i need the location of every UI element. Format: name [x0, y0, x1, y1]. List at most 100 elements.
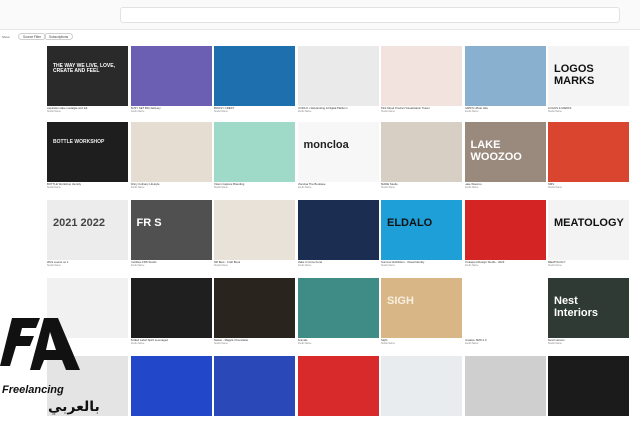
- project-thumbnail[interactable]: THE WAY WE LIVE, LOVE, CREATE AND FEEL: [47, 46, 128, 106]
- project-card[interactable]: Bottled Label Spirit Leveraged Studio Nam…: [130, 278, 212, 345]
- project-author[interactable]: Studio Name: [548, 110, 629, 113]
- project-card[interactable]: [464, 356, 546, 416]
- project-card[interactable]: Pink Mood Product Visualization Travel St…: [381, 46, 462, 113]
- project-card[interactable]: [214, 356, 295, 416]
- project-thumbnail[interactable]: [464, 46, 546, 106]
- project-author[interactable]: Studio Name: [214, 264, 295, 267]
- project-card[interactable]: CODA K • Rebranding & Digital Platform St…: [297, 46, 379, 113]
- project-card[interactable]: DAPFS Urban Hits Studio Name: [464, 46, 546, 113]
- project-card[interactable]: MADE Studio Studio Name: [381, 122, 462, 189]
- project-thumbnail[interactable]: [130, 278, 212, 338]
- project-card[interactable]: [548, 356, 629, 416]
- project-thumbnail[interactable]: [297, 278, 379, 338]
- project-author[interactable]: Studio Name: [381, 264, 462, 267]
- project-card[interactable]: Make It Come Fund Studio Name: [297, 200, 379, 267]
- project-thumbnail[interactable]: [130, 46, 212, 106]
- project-card[interactable]: MEATOLOGY MEATOLOGY Studio Name: [548, 200, 629, 267]
- project-card[interactable]: [381, 356, 462, 416]
- project-thumbnail[interactable]: LAKE WOOZOO: [464, 122, 546, 182]
- project-thumbnail[interactable]: SIGH: [381, 278, 462, 338]
- project-thumbnail[interactable]: [464, 200, 546, 260]
- project-author[interactable]: Studio Name: [131, 342, 212, 345]
- project-thumbnail[interactable]: [381, 356, 462, 416]
- project-card[interactable]: BOOSY CREST Studio Name: [214, 46, 295, 113]
- project-thumbnail[interactable]: [214, 122, 295, 182]
- project-author[interactable]: Studio Name: [548, 342, 629, 345]
- project-thumbnail[interactable]: [130, 356, 212, 416]
- project-author[interactable]: Studio Name: [465, 110, 546, 113]
- project-thumbnail[interactable]: [214, 356, 295, 416]
- filter-bar: Show Source Filter Subscriptions: [0, 30, 640, 42]
- project-author[interactable]: Studio Name: [131, 264, 212, 267]
- project-thumbnail[interactable]: [464, 356, 546, 416]
- project-author[interactable]: Studio Name: [214, 110, 295, 113]
- project-author[interactable]: Studio Name: [214, 186, 295, 189]
- project-card[interactable]: Shiny Culinary Lifestyle Studio Name: [130, 122, 212, 189]
- project-thumbnail[interactable]: moncloa: [297, 122, 379, 182]
- project-card[interactable]: SIGH Sight Studio Name: [381, 278, 462, 345]
- project-author[interactable]: Studio Name: [131, 186, 212, 189]
- project-card[interactable]: moncloa Moncloa The Boutique Studio Name: [297, 122, 379, 189]
- project-thumbnail[interactable]: [214, 278, 295, 338]
- project-author[interactable]: Studio Name: [298, 110, 379, 113]
- project-thumbnail[interactable]: [381, 46, 462, 106]
- project-author[interactable]: Studio Name: [298, 186, 379, 189]
- project-thumbnail[interactable]: BOTTLE WORKSHOP: [47, 122, 128, 182]
- project-thumbnail[interactable]: [464, 278, 546, 338]
- project-author[interactable]: Studio Name: [465, 186, 546, 189]
- project-card[interactable]: NR Best - Craft Book Studio Name: [214, 200, 295, 267]
- project-thumbnail[interactable]: [297, 356, 379, 416]
- project-author[interactable]: Studio Name: [381, 342, 462, 345]
- project-thumbnail[interactable]: Nest Interiors: [548, 278, 629, 338]
- project-author[interactable]: Studio Name: [47, 264, 128, 267]
- project-author[interactable]: Studio Name: [47, 110, 128, 113]
- project-author[interactable]: Studio Name: [298, 342, 379, 345]
- project-card[interactable]: [130, 356, 212, 416]
- project-card[interactable]: Prokapred Design Studio - 2023 Studio Nam…: [464, 200, 546, 267]
- project-card[interactable]: Nasoo - Magick Chocolatier Studio Name: [214, 278, 295, 345]
- project-thumbnail[interactable]: [548, 122, 629, 182]
- project-thumbnail[interactable]: 2021 2022: [47, 200, 128, 260]
- project-card[interactable]: Animals Studio Name: [297, 278, 379, 345]
- project-author[interactable]: Studio Name: [465, 342, 546, 345]
- project-thumbnail[interactable]: [130, 122, 212, 182]
- project-author[interactable]: Studio Name: [47, 186, 128, 189]
- project-thumbnail[interactable]: LOGOS MARKS: [548, 46, 629, 106]
- project-author[interactable]: Studio Name: [214, 342, 295, 345]
- thumbnail-text: SIGH: [387, 295, 414, 307]
- project-thumbnail[interactable]: [548, 356, 629, 416]
- project-thumbnail[interactable]: [214, 46, 295, 106]
- top-bar: [0, 0, 640, 30]
- project-card[interactable]: ELDALO Summer Exhibition - Visual Identit…: [381, 200, 462, 267]
- project-thumbnail[interactable]: ELDALO: [381, 200, 462, 260]
- project-card[interactable]: FR S Facilities FRS Studio Studio Name: [130, 200, 212, 267]
- project-author[interactable]: Studio Name: [381, 186, 462, 189]
- project-thumbnail[interactable]: FR S: [130, 200, 212, 260]
- project-thumbnail[interactable]: [381, 122, 462, 182]
- project-author[interactable]: Studio Name: [131, 110, 212, 113]
- project-author[interactable]: Studio Name: [298, 264, 379, 267]
- project-card[interactable]: Creative SMS 2.0 Studio Name: [464, 278, 546, 345]
- project-card[interactable]: THE WAY WE LIVE, LOVE, CREATE AND FEEL As…: [47, 46, 128, 113]
- project-card[interactable]: Nest Interiors Nest Interiors Studio Name: [548, 278, 629, 345]
- subscriptions-chip[interactable]: Subscriptions: [44, 33, 74, 40]
- project-card[interactable]: LOGOS MARKS LOGOS & MARKS Studio Name: [548, 46, 629, 113]
- project-card[interactable]: BOTTLE WORKSHOP BOTTLE Workshop Identity S…: [47, 122, 128, 189]
- search-input[interactable]: [120, 7, 620, 23]
- project-card[interactable]: Vision Capture Branding Studio Name: [214, 122, 295, 189]
- project-author[interactable]: Studio Name: [381, 110, 462, 113]
- project-card[interactable]: BUSY SET BIG Delivery Studio Name: [130, 46, 212, 113]
- project-card[interactable]: LAKE WOOZOO Lake Woozoo Studio Name: [464, 122, 546, 189]
- project-thumbnail[interactable]: [297, 200, 379, 260]
- project-card[interactable]: [297, 356, 379, 416]
- project-card[interactable]: 2021 2022 2021 events on 1 Studio Name: [47, 200, 128, 267]
- project-thumbnail[interactable]: MEATOLOGY: [548, 200, 629, 260]
- project-thumbnail[interactable]: [297, 46, 379, 106]
- project-author[interactable]: Studio Name: [465, 264, 546, 267]
- project-author[interactable]: Studio Name: [548, 186, 629, 189]
- project-card[interactable]: SMS Studio Name: [548, 122, 629, 189]
- thumbnail-text: Nest Interiors: [554, 295, 599, 319]
- project-thumbnail[interactable]: [214, 200, 295, 260]
- source-filter-chip[interactable]: Source Filter: [18, 33, 47, 40]
- project-author[interactable]: Studio Name: [548, 264, 629, 267]
